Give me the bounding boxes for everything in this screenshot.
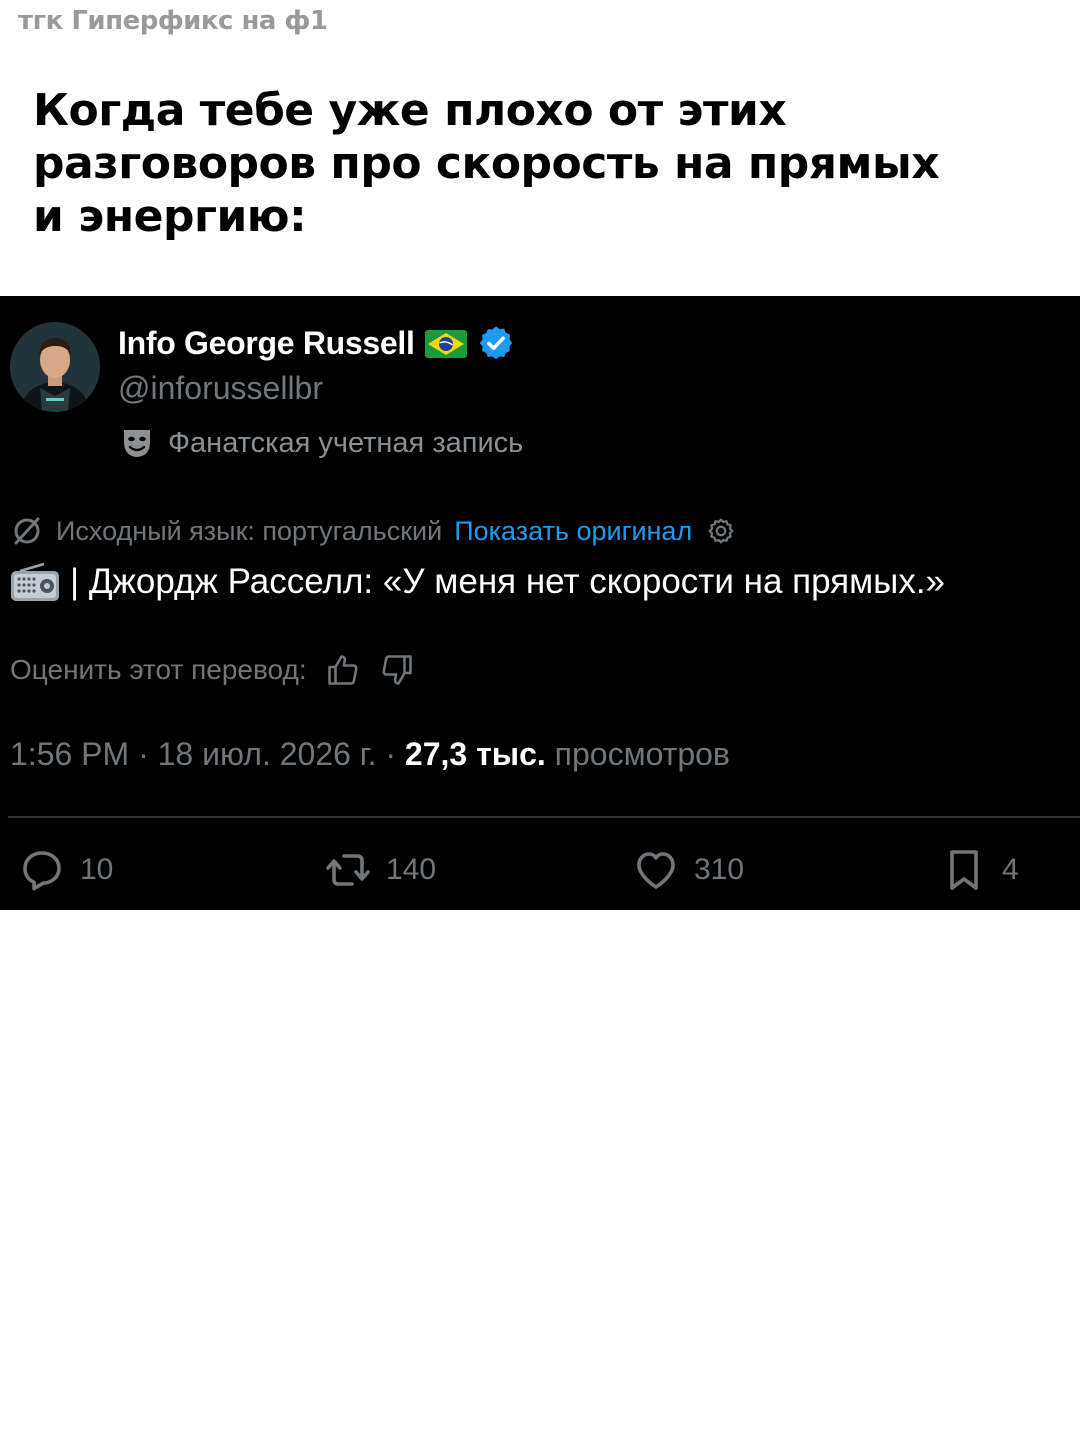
caption-line-1: Когда тебе уже плохо от этих (33, 85, 787, 136)
display-name-row[interactable]: Info George Russell (118, 324, 515, 362)
views-count[interactable]: 27,3 тыс. (405, 736, 546, 772)
avatar[interactable] (10, 322, 100, 412)
fan-account-text: Фанатская учетная запись (168, 426, 524, 459)
user-handle[interactable]: @inforussellbr (118, 370, 323, 407)
bookmark-icon (950, 850, 978, 890)
translation-bar: Исходный язык: португальский Показать ор… (10, 514, 738, 548)
fan-account-label: Фанатская учетная запись (120, 426, 523, 460)
repost-button[interactable]: 140 (324, 846, 436, 894)
verified-badge-icon[interactable] (477, 324, 515, 362)
radio-icon (10, 562, 60, 602)
theater-mask-icon (120, 426, 154, 460)
repost-count: 140 (386, 853, 437, 886)
rate-translation-label: Оценить этот перевод: (10, 654, 307, 685)
tweet-card: Info George Russell @inforussellbr Фанат… (0, 296, 1080, 910)
brazil-flag-icon (424, 329, 467, 358)
caption-line-2: разговоров про скорость на прямых (33, 138, 940, 189)
translate-icon (10, 514, 44, 548)
thumbs-up-icon[interactable] (325, 652, 361, 688)
timestamp[interactable]: 1:56 PM · 18 июл. 2026 г. · (10, 736, 405, 772)
settings-gear-icon[interactable] (704, 514, 738, 548)
divider (8, 816, 1080, 818)
display-name[interactable]: Info George Russell (118, 325, 415, 362)
bookmark-count: 4 (1002, 853, 1019, 886)
views-label: просмотров (545, 736, 730, 772)
tweet-body: | Джордж Расселл: «У меня нет скорости н… (10, 562, 945, 602)
thumbs-down-icon[interactable] (379, 652, 415, 688)
caption-line-3: и энергию: (33, 191, 307, 242)
like-count: 310 (694, 853, 745, 886)
show-original-link[interactable]: Показать оригинал (454, 516, 692, 547)
tweet-text: | Джордж Расселл: «У меня нет скорости н… (70, 562, 946, 601)
meme-caption: Когда тебе уже плохо от этих разговоров … (33, 84, 1063, 243)
rate-translation: Оценить этот перевод: (10, 652, 415, 688)
bookmark-button[interactable]: 4 (940, 846, 1019, 894)
repost-icon (326, 854, 370, 886)
reply-icon (23, 851, 61, 891)
like-icon (637, 852, 675, 889)
channel-watermark: тгк Гиперфикс на ф1 (18, 6, 328, 36)
reply-button[interactable]: 10 (18, 846, 113, 894)
reply-count: 10 (80, 853, 114, 886)
source-language-label: Исходный язык: португальский (56, 515, 443, 546)
tweet-meta: 1:56 PM · 18 июл. 2026 г. · 27,3 тыс. пр… (10, 736, 730, 773)
like-button[interactable]: 310 (632, 846, 744, 894)
